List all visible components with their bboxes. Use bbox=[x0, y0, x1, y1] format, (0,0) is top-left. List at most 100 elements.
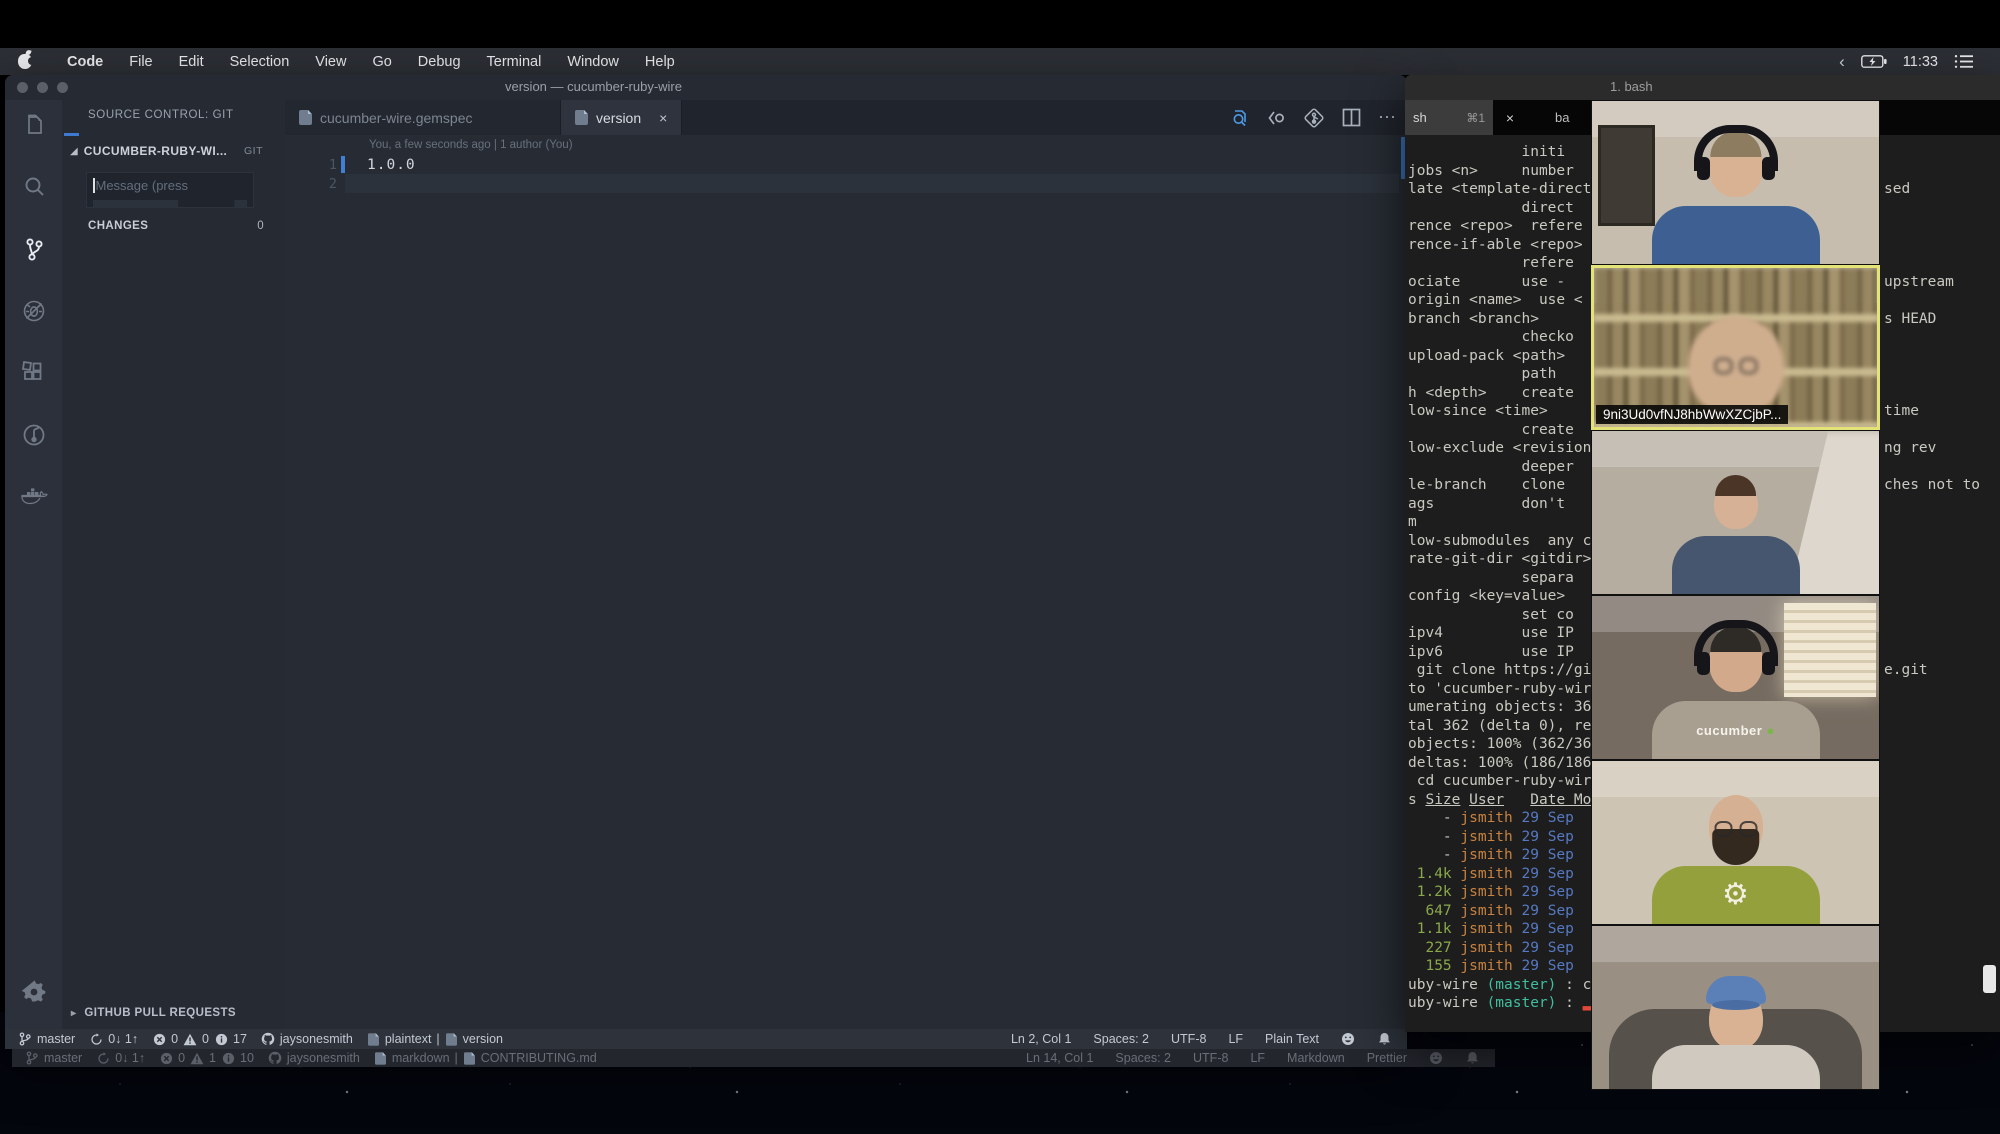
debug-icon[interactable] bbox=[19, 296, 49, 326]
participant-figure: ⚙ bbox=[1592, 761, 1879, 924]
language-mode[interactable]: Plain Text bbox=[1265, 1032, 1319, 1046]
open-changes-icon[interactable] bbox=[1267, 108, 1287, 128]
video-participant-1[interactable] bbox=[1591, 100, 1880, 265]
line-number: 2 bbox=[328, 175, 337, 192]
tab-version[interactable]: version × bbox=[561, 100, 683, 135]
github-user: jaysonesmith bbox=[279, 1032, 353, 1046]
close-tab-icon[interactable]: × bbox=[659, 110, 667, 126]
battery-icon[interactable] bbox=[1860, 55, 1887, 69]
changes-label: CHANGES bbox=[88, 220, 149, 232]
vscode-title-bar[interactable]: version — cucumber-ruby-wire bbox=[5, 75, 1407, 100]
settings-gear-icon[interactable] bbox=[19, 977, 49, 1007]
git-branch-icon bbox=[25, 1051, 39, 1065]
info-icon bbox=[214, 1032, 228, 1046]
warnings-icon bbox=[183, 1032, 197, 1046]
indentation[interactable]: Spaces: 2 bbox=[1115, 1051, 1171, 1065]
video-participant-5[interactable]: ⚙ bbox=[1591, 760, 1880, 925]
encoding[interactable]: UTF-8 bbox=[1193, 1051, 1228, 1065]
collapse-caret-icon[interactable]: ◢ bbox=[70, 146, 78, 157]
sync-counts[interactable]: 0↓ 1↑ bbox=[115, 1051, 145, 1065]
search-editors-icon[interactable] bbox=[1230, 108, 1250, 128]
menu-item-go[interactable]: Go bbox=[359, 54, 404, 70]
github-pull-requests-icon[interactable] bbox=[19, 420, 49, 450]
menu-item-selection[interactable]: Selection bbox=[217, 54, 303, 70]
warning-count[interactable]: 1 bbox=[209, 1051, 216, 1065]
terminal-title-bar[interactable]: 1. bash bbox=[1405, 75, 2000, 100]
menu-item-window[interactable]: Window bbox=[554, 54, 632, 70]
apple-menu-icon[interactable] bbox=[18, 54, 36, 69]
source-control-icon[interactable] bbox=[19, 234, 49, 264]
info-count: 17 bbox=[233, 1032, 247, 1046]
github-status-item[interactable]: jaysonesmith bbox=[261, 1032, 353, 1046]
notifications-bell-icon[interactable] bbox=[1465, 1051, 1479, 1065]
problems-status-item[interactable]: 0 0 17 bbox=[152, 1032, 247, 1046]
docker-icon[interactable] bbox=[19, 482, 49, 512]
cursor-position[interactable]: Ln 2, Col 1 bbox=[1011, 1032, 1071, 1046]
video-participant-2[interactable]: 9ni3Ud0vfNJ8hbWwXZCjbP... bbox=[1591, 265, 1880, 430]
tab-cucumber-wire-gemspec[interactable]: cucumber-wire.gemspec bbox=[285, 100, 561, 135]
file-label[interactable]: CONTRIBUTING.md bbox=[481, 1051, 597, 1065]
github-pull-requests-section[interactable]: ▸ GITHUB PULL REQUESTS bbox=[71, 1007, 236, 1019]
terminal-tab-bash[interactable]: sh ⌘1 bbox=[1405, 100, 1493, 135]
cursor-position[interactable]: Ln 14, Col 1 bbox=[1026, 1051, 1093, 1065]
feedback-smiley-icon[interactable] bbox=[1341, 1032, 1355, 1046]
tab-label: version bbox=[596, 109, 642, 126]
notification-center-icon[interactable] bbox=[1954, 54, 1974, 70]
repo-name: CUCUMBER-RUBY-WI... bbox=[83, 144, 228, 158]
minimize-window-button[interactable] bbox=[37, 82, 48, 93]
github-user[interactable]: jaysonesmith bbox=[287, 1051, 360, 1065]
split-editor-icon[interactable] bbox=[1341, 108, 1361, 128]
menu-item-debug[interactable]: Debug bbox=[405, 54, 474, 70]
error-count: 0 bbox=[171, 1032, 179, 1046]
info-icon bbox=[221, 1051, 235, 1065]
terminal-scrollbar-thumb[interactable] bbox=[1983, 965, 1996, 993]
video-participant-3[interactable] bbox=[1591, 430, 1880, 595]
video-participant-4[interactable]: cucumber ● bbox=[1591, 595, 1880, 760]
encoding[interactable]: UTF-8 bbox=[1171, 1032, 1206, 1046]
formatter[interactable]: Prettier bbox=[1367, 1051, 1407, 1065]
menu-extra-chevron-icon[interactable]: ‹ bbox=[1839, 52, 1845, 72]
mode-label[interactable]: markdown bbox=[392, 1051, 450, 1065]
terminal-line-right-fragment: e.git bbox=[1884, 662, 1928, 678]
repo-tree-item[interactable]: ◢ CUCUMBER-RUBY-WI... GIT bbox=[70, 144, 277, 158]
menu-item-view[interactable]: View bbox=[302, 54, 359, 70]
menu-item-terminal[interactable]: Terminal bbox=[474, 54, 555, 70]
info-count[interactable]: 10 bbox=[240, 1051, 254, 1065]
sync-status-item[interactable]: 0↓ 1↑ bbox=[89, 1032, 138, 1046]
changes-section-header[interactable]: CHANGES 0 bbox=[88, 220, 264, 232]
editor-tabs: cucumber-wire.gemspec version × ⋯ bbox=[285, 100, 1407, 135]
menu-clock[interactable]: 11:33 bbox=[1903, 54, 1938, 70]
indentation[interactable]: Spaces: 2 bbox=[1093, 1032, 1149, 1046]
search-icon[interactable] bbox=[19, 172, 49, 202]
menu-item-edit[interactable]: Edit bbox=[166, 54, 217, 70]
code-editor[interactable]: You, a few seconds ago | 1 author (You) … bbox=[285, 135, 1407, 1029]
menu-item-help[interactable]: Help bbox=[632, 54, 688, 70]
eol[interactable]: LF bbox=[1250, 1051, 1265, 1065]
participant-figure bbox=[1594, 268, 1877, 427]
terminal-tab-2-label[interactable]: ba bbox=[1555, 110, 1569, 125]
close-window-button[interactable] bbox=[17, 82, 28, 93]
menu-item-code[interactable]: Code bbox=[54, 54, 116, 70]
github-pull-requests-label: GITHUB PULL REQUESTS bbox=[84, 1007, 236, 1019]
error-count[interactable]: 0 bbox=[178, 1051, 185, 1065]
extensions-icon[interactable] bbox=[19, 358, 49, 388]
codelens-blame[interactable]: You, a few seconds ago | 1 author (You) bbox=[285, 135, 1407, 155]
feedback-smiley-icon[interactable] bbox=[1429, 1051, 1443, 1065]
zoom-window-button[interactable] bbox=[57, 82, 68, 93]
menu-item-file[interactable]: File bbox=[116, 54, 165, 70]
git-compare-icon[interactable] bbox=[1304, 107, 1324, 128]
separator: | bbox=[454, 1051, 458, 1065]
participant-figure bbox=[1592, 431, 1879, 594]
eol[interactable]: LF bbox=[1228, 1032, 1243, 1046]
video-participant-6[interactable] bbox=[1591, 925, 1880, 1090]
file-icon bbox=[367, 1032, 379, 1046]
more-actions-icon[interactable]: ⋯ bbox=[1378, 107, 1397, 128]
branch-name[interactable]: master bbox=[44, 1051, 82, 1065]
commit-message-input[interactable]: Message (press bbox=[86, 172, 254, 208]
branch-status-item[interactable]: master bbox=[18, 1032, 75, 1046]
terminal-tab-close-icon[interactable]: × bbox=[1493, 110, 1527, 126]
notifications-bell-icon[interactable] bbox=[1377, 1032, 1391, 1046]
language-mode[interactable]: Markdown bbox=[1287, 1051, 1345, 1065]
explorer-icon[interactable] bbox=[19, 110, 49, 140]
file-mode-status-item[interactable]: plaintext | version bbox=[367, 1032, 503, 1047]
